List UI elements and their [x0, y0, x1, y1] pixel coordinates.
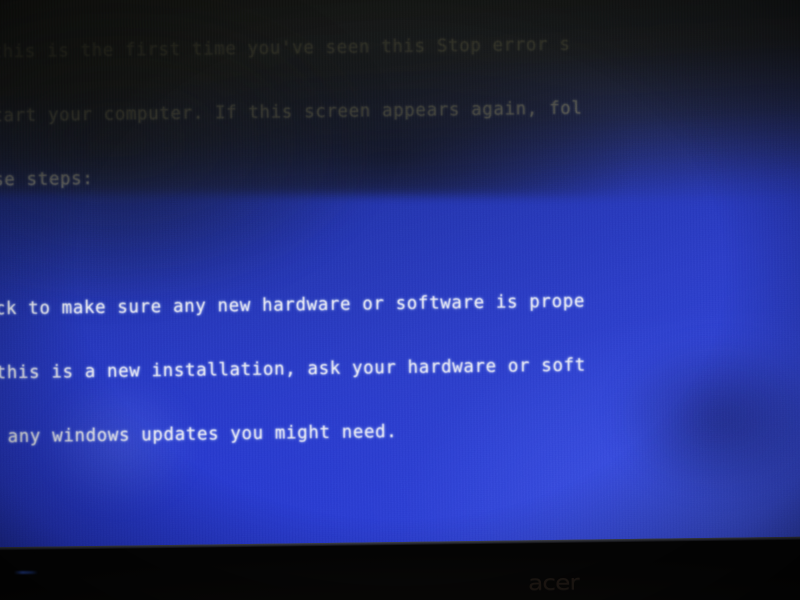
- power-led-reflection: [14, 571, 38, 574]
- bsod-line: f this is a new installation, ask your h…: [0, 355, 586, 384]
- bsod-photograph: acer f this is the first time you've see…: [0, 0, 800, 600]
- screen-shadow-left: [0, 0, 540, 354]
- bsod-blank-line: [0, 480, 800, 513]
- lcd-screen: f this is the first time you've seen thi…: [0, 0, 800, 548]
- acer-brand-logo: acer: [527, 570, 579, 595]
- bsod-line: or any windows updates you might need.: [0, 422, 398, 448]
